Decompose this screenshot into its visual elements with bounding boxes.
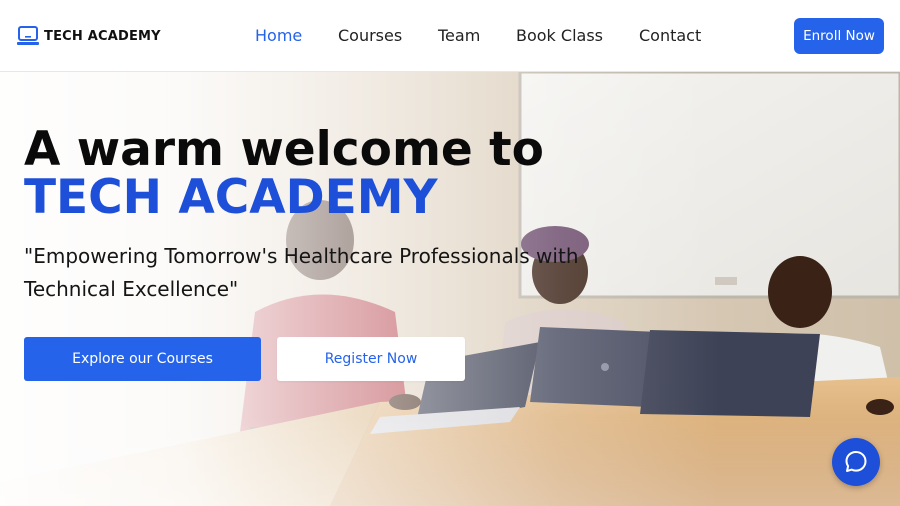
chat-button[interactable] xyxy=(832,438,880,486)
nav-item-home[interactable]: Home xyxy=(255,26,302,46)
hero-overlay-bottom xyxy=(0,416,900,506)
hero-title-line1: A warm welcome to xyxy=(24,122,544,177)
hero-tagline: "Empowering Tomorrow's Healthcare Profes… xyxy=(24,244,579,301)
hero-section: A warm welcome to TECH ACADEMY "Empoweri… xyxy=(0,72,900,506)
nav-item-courses[interactable]: Courses xyxy=(338,26,402,46)
nav-item-contact[interactable]: Contact xyxy=(639,26,701,46)
explore-courses-button[interactable]: Explore our Courses xyxy=(24,337,261,381)
hero-title: A warm welcome to TECH ACADEMY xyxy=(24,126,644,222)
enroll-now-button[interactable]: Enroll Now xyxy=(794,18,884,54)
main-nav: Home Courses Team Book Class Contact xyxy=(0,26,900,46)
site-header: TECH ACADEMY Home Courses Team Book Clas… xyxy=(0,0,900,72)
register-now-button[interactable]: Register Now xyxy=(277,337,465,381)
nav-item-team[interactable]: Team xyxy=(438,26,480,46)
hero-title-line2: TECH ACADEMY xyxy=(24,170,438,225)
nav-item-book-class[interactable]: Book Class xyxy=(516,26,603,46)
chat-bubble-icon xyxy=(843,449,869,475)
